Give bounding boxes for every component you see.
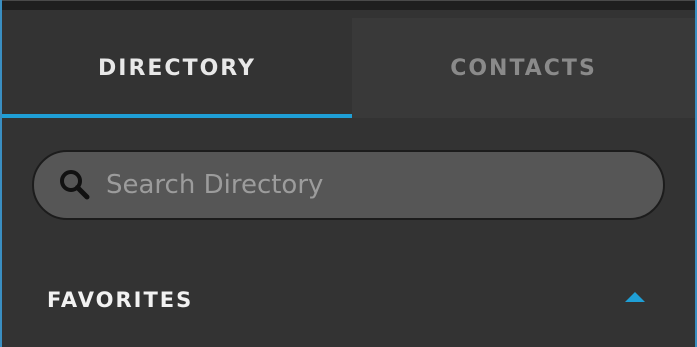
top-bar xyxy=(2,0,695,10)
favorites-section-header[interactable]: FAVORITES xyxy=(2,270,695,330)
tab-bar: DIRECTORY CONTACTS xyxy=(2,18,695,118)
directory-panel: DIRECTORY CONTACTS FAVORITES xyxy=(0,0,697,347)
caret-up-icon[interactable] xyxy=(625,292,645,302)
tab-directory[interactable]: DIRECTORY xyxy=(2,18,352,118)
tab-contacts-label: CONTACTS xyxy=(450,55,597,81)
tab-contacts[interactable]: CONTACTS xyxy=(352,18,695,118)
tab-directory-label: DIRECTORY xyxy=(98,55,256,81)
search-icon xyxy=(58,168,92,202)
search-input[interactable] xyxy=(104,151,663,219)
search-box[interactable] xyxy=(32,150,665,220)
active-tab-indicator xyxy=(2,114,352,118)
favorites-title: FAVORITES xyxy=(47,288,194,312)
